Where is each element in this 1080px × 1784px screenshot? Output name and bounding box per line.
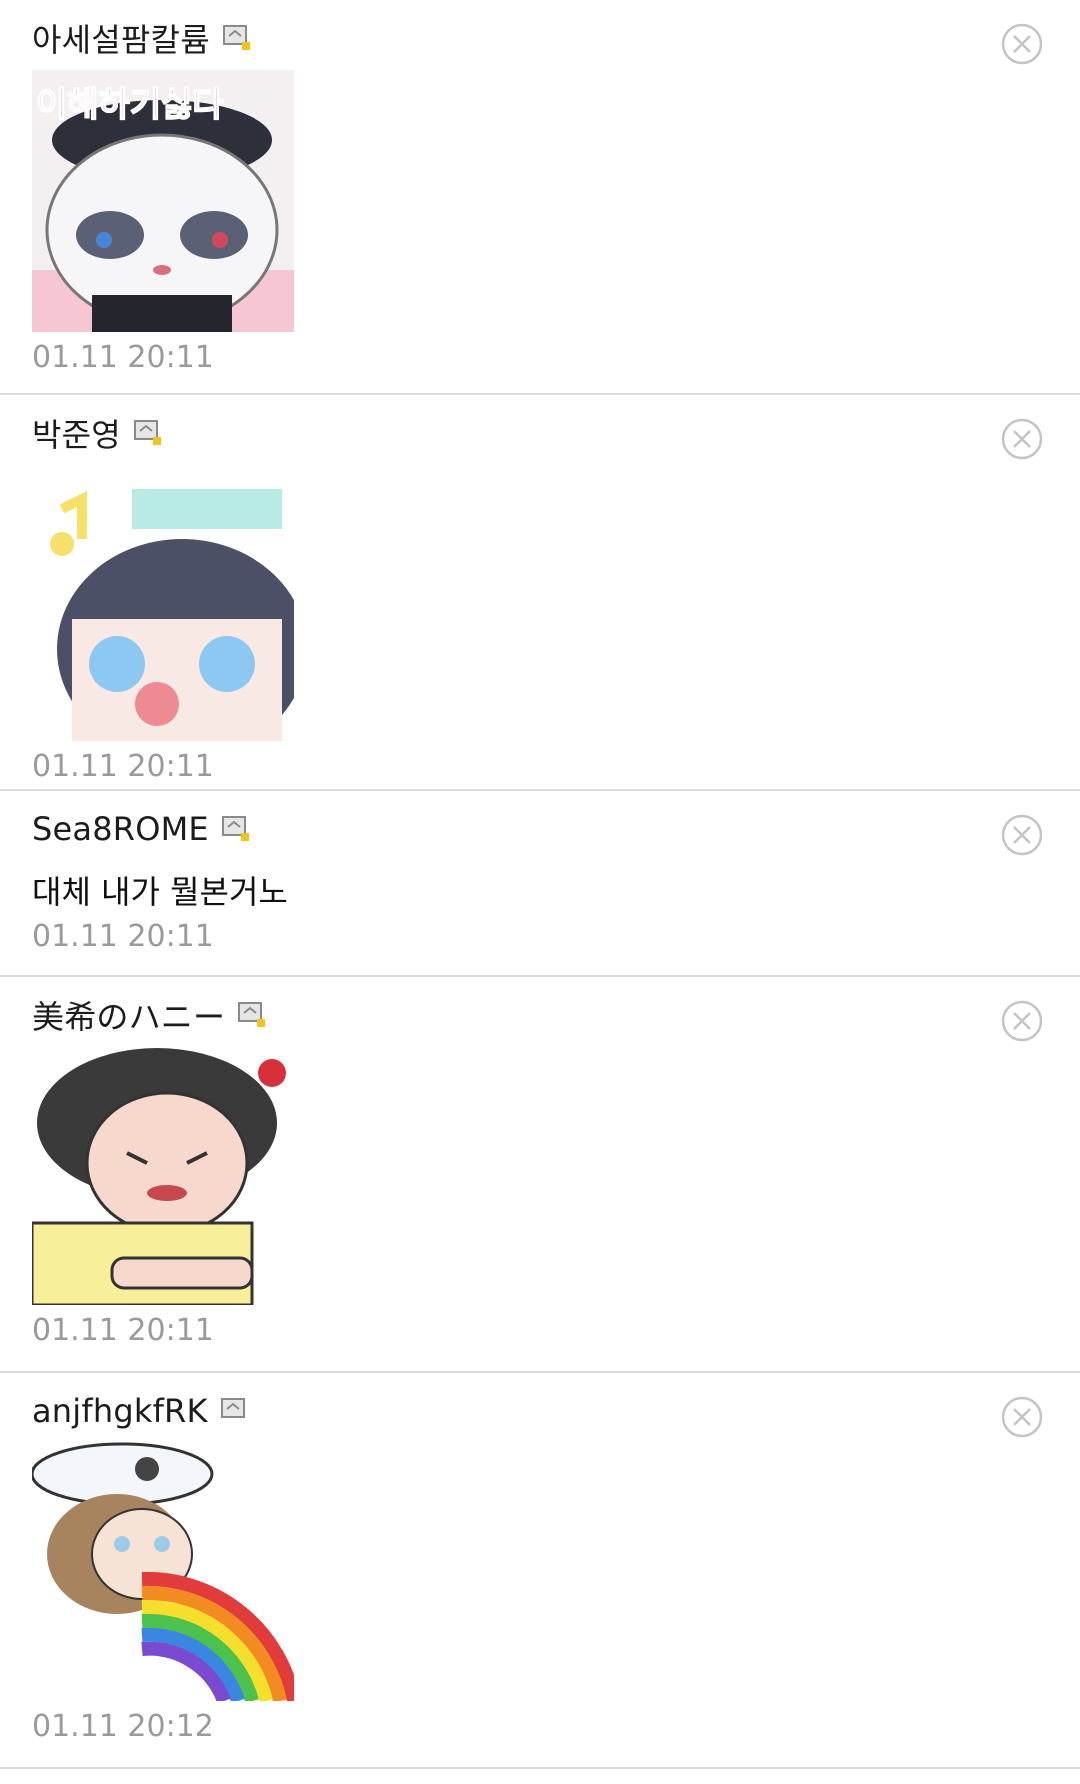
sticker-image: 이해하기싫다	[32, 70, 294, 332]
sticker-caption: 이해하기싫다	[36, 85, 224, 125]
comment-author[interactable]: 美希のハニー	[32, 992, 225, 1038]
comment-timestamp: 01.11 20:11	[32, 919, 214, 954]
mobile-badge-icon	[221, 816, 249, 841]
comment-list: 아세설팜칼륨 이해하기싫다 01.11 20:11 박준영 01.11 20:1…	[0, 0, 1080, 1769]
comment-author[interactable]: 박준영	[32, 410, 121, 456]
comment-timestamp: 01.11 20:11	[32, 1313, 214, 1348]
comment-item: 아세설팜칼륨 이해하기싫다 01.11 20:11	[0, 0, 1080, 395]
comment-item: Sea8ROME 대체 내가 뭘본거노 01.11 20:11	[0, 791, 1080, 977]
sticker-image	[32, 1439, 294, 1701]
sticker-image	[32, 479, 294, 741]
comment-item: 박준영 01.11 20:11	[0, 395, 1080, 791]
close-icon[interactable]	[1000, 999, 1044, 1043]
mobile-badge-icon	[220, 1398, 245, 1418]
sticker-image	[32, 1043, 294, 1305]
comment-timestamp: 01.11 20:12	[32, 1709, 214, 1744]
close-icon[interactable]	[1000, 417, 1044, 461]
comment-author[interactable]: anjfhgkfRK	[32, 1392, 208, 1430]
close-icon[interactable]	[1000, 813, 1044, 857]
comment-item: 美希のハニー 01.11 20:11	[0, 977, 1080, 1373]
close-icon[interactable]	[1000, 22, 1044, 66]
close-icon[interactable]	[1000, 1395, 1044, 1439]
mobile-badge-icon	[238, 1002, 266, 1027]
mobile-badge-icon	[133, 420, 161, 445]
comment-item: anjfhgkfRK 01.11 20:12	[0, 1373, 1080, 1769]
mobile-badge-icon	[222, 25, 250, 50]
comment-text: 대체 내가 뭘본거노	[32, 873, 288, 911]
comment-timestamp: 01.11 20:11	[32, 340, 214, 375]
comment-author[interactable]: 아세설팜칼륨	[32, 15, 210, 61]
comment-author[interactable]: Sea8ROME	[32, 810, 209, 848]
comment-timestamp: 01.11 20:11	[32, 749, 214, 784]
